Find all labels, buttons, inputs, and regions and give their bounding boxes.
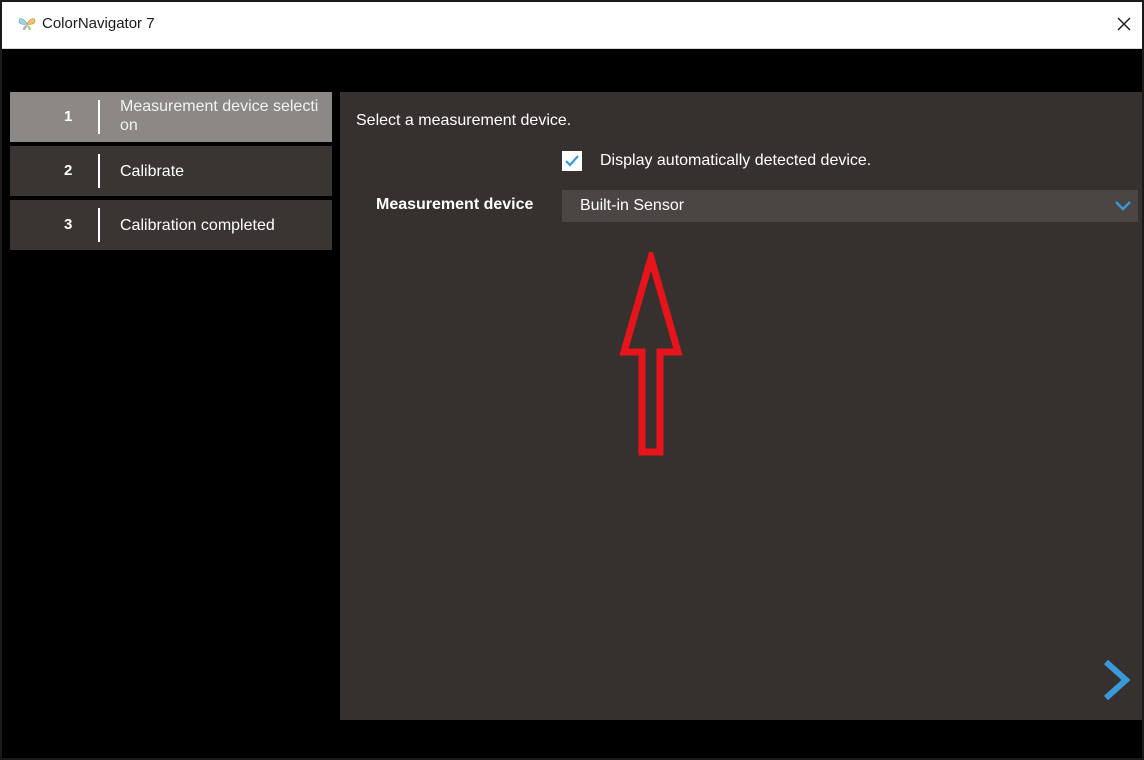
app-window: ColorNavigator 7 1 Measurement device se… — [0, 0, 1144, 760]
window-title: ColorNavigator 7 — [42, 15, 155, 32]
step-item-calibration-completed[interactable]: 3 Calibration completed — [10, 200, 332, 250]
next-button[interactable] — [1098, 658, 1136, 702]
step-label: Calibrate — [120, 162, 185, 180]
step-item-calibrate[interactable]: 2 Calibrate — [10, 146, 332, 196]
step-divider — [98, 154, 100, 188]
close-icon — [1117, 17, 1131, 31]
instruction-text: Select a measurement device. — [356, 112, 572, 129]
step-divider — [98, 208, 100, 242]
step-label: Calibration completed — [120, 216, 275, 234]
main-panel: Select a measurement device. Display aut… — [340, 92, 1142, 720]
chevron-right-icon — [1103, 659, 1131, 701]
auto-detect-label: Display automatically detected device. — [600, 152, 872, 169]
step-item-device-selection[interactable]: 1 Measurement device selection — [10, 92, 332, 142]
measurement-device-label: Measurement device — [376, 196, 534, 213]
close-button[interactable] — [1110, 12, 1138, 38]
dropdown-selected-value: Built-in Sensor — [580, 197, 685, 214]
step-divider — [98, 100, 100, 134]
step-number: 1 — [64, 108, 73, 125]
auto-detect-checkbox[interactable]: Display automatically detected device. — [562, 148, 871, 174]
measurement-device-dropdown[interactable]: Built-in Sensor — [562, 190, 1138, 222]
red-up-arrow-annotation — [619, 252, 683, 456]
butterfly-logo-icon — [18, 17, 36, 31]
chevron-down-icon[interactable] — [1114, 199, 1132, 218]
checkmark-icon — [565, 155, 579, 167]
step-number: 3 — [64, 216, 73, 233]
title-bar: ColorNavigator 7 — [2, 2, 1142, 49]
step-number: 2 — [64, 162, 73, 179]
step-label: Measurement device selection — [120, 98, 319, 134]
checkbox-checked[interactable] — [562, 151, 582, 171]
